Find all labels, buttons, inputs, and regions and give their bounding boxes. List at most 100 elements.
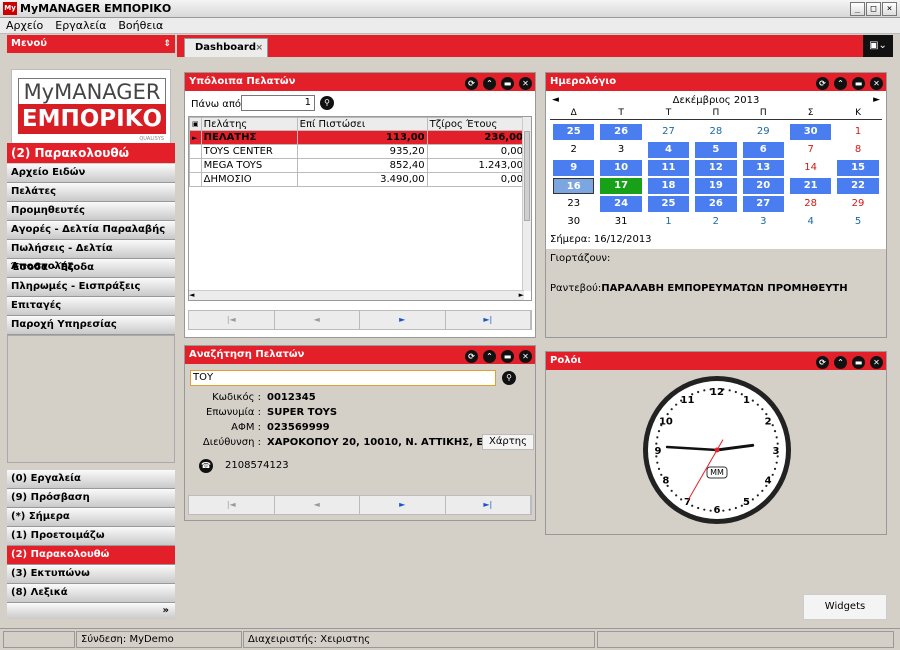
close-window-button[interactable]: × xyxy=(882,2,897,16)
calendar-day[interactable]: 14 xyxy=(790,160,831,176)
group-prepare[interactable]: (1) Προετοιμάζω xyxy=(7,527,175,546)
collapse-icon[interactable]: ⌃ xyxy=(834,356,847,369)
calendar-day[interactable]: 11 xyxy=(647,160,690,176)
col-customer[interactable]: Πελάτης xyxy=(200,117,298,131)
calendar-day[interactable]: 28 xyxy=(790,196,831,212)
calendar-day[interactable]: 5 xyxy=(695,142,737,158)
calendar-day[interactable]: 5 xyxy=(837,214,878,230)
minimize-panel-icon[interactable]: ▬ xyxy=(501,350,514,363)
calendar-day[interactable]: 18 xyxy=(647,178,690,194)
menu-file[interactable]: Αρχείο xyxy=(0,18,49,34)
calendar-day[interactable]: 7 xyxy=(790,142,831,158)
calendar-day[interactable]: 2 xyxy=(553,142,594,158)
minimize-panel-icon[interactable]: ▬ xyxy=(501,77,514,90)
table-row[interactable]: ΔΗΜΟΣΙΟ 3.490,00 0,00 xyxy=(189,172,527,187)
calendar-day[interactable]: 9 xyxy=(553,160,595,176)
calendar-day[interactable]: 13 xyxy=(742,160,784,176)
sidebar-item-cheques[interactable]: Επιταγές xyxy=(7,297,175,316)
map-button[interactable]: Χάρτης xyxy=(482,434,534,450)
collapse-icon[interactable]: ⌃ xyxy=(483,77,496,90)
calendar-day[interactable]: 12 xyxy=(695,160,737,176)
refresh-icon[interactable]: ⟳ xyxy=(465,77,478,90)
calendar-day[interactable]: 16 xyxy=(553,178,595,194)
collapse-icon[interactable]: ⌃ xyxy=(834,77,847,90)
expand-chevron-icon[interactable]: » xyxy=(7,603,175,619)
customer-search-input[interactable]: ΤΟΥ xyxy=(190,370,496,386)
calendar-day[interactable]: 10 xyxy=(600,160,642,176)
calendar-day[interactable]: 31 xyxy=(600,214,641,230)
calendar-day[interactable]: 17 xyxy=(600,178,642,194)
close-panel-icon[interactable]: ✕ xyxy=(519,350,532,363)
calendar-day[interactable]: 30 xyxy=(789,124,832,140)
calendar-day[interactable]: 26 xyxy=(600,124,642,140)
col-credit[interactable]: Επί Πιστώσει xyxy=(296,117,428,131)
sidebar-item-items[interactable]: Αρχείο Ειδών xyxy=(7,164,175,183)
calendar-day[interactable]: 1 xyxy=(837,124,878,140)
calendar-day[interactable]: 25 xyxy=(553,124,595,140)
col-turnover[interactable]: Τζίρος Έτους xyxy=(426,117,527,131)
sidebar-item-payments[interactable]: Πληρωμές - Εισπράξεις xyxy=(7,278,175,297)
next-month-icon[interactable]: ► xyxy=(873,95,880,105)
calendar-day[interactable]: 8 xyxy=(837,142,878,158)
tab-dashboard[interactable]: Dashboard × xyxy=(184,38,268,57)
close-panel-icon[interactable]: ✕ xyxy=(519,77,532,90)
sidebar-item-services[interactable]: Παροχή Υπηρεσίας xyxy=(7,316,175,335)
group-print[interactable]: (3) Εκτυπώνω xyxy=(7,565,175,584)
first-record-button[interactable]: |◄ xyxy=(189,311,275,329)
sidebar-item-income-expenses[interactable]: Έσοδα - Έξοδα xyxy=(7,259,175,278)
filter-input[interactable]: 1 xyxy=(241,95,315,111)
next-record-button[interactable]: ► xyxy=(360,496,446,514)
calendar-day[interactable]: 3 xyxy=(743,214,784,230)
sidebar-item-customers[interactable]: Πελάτες xyxy=(7,183,175,202)
table-row[interactable]: ► ΠΕΛΑΤΗΣ 113,00 236,00 xyxy=(189,130,527,145)
refresh-icon[interactable]: ⟳ xyxy=(816,356,829,369)
maximize-button[interactable]: □ xyxy=(866,2,881,16)
collapse-icon[interactable]: ⌃ xyxy=(483,350,496,363)
group-access[interactable]: (9) Πρόσβαση xyxy=(7,489,175,508)
search-icon[interactable]: ⚲ xyxy=(320,96,334,110)
calendar-day[interactable]: 4 xyxy=(790,214,831,230)
sidebar-item-purchases[interactable]: Αγορές - Δελτία Παραλαβής xyxy=(7,221,175,240)
tab-close-icon[interactable]: × xyxy=(255,39,263,57)
vertical-scrollbar[interactable] xyxy=(522,117,531,291)
group-dictionaries[interactable]: (8) Λεξικά xyxy=(7,584,175,603)
last-record-button[interactable]: ►| xyxy=(446,311,531,329)
next-record-button[interactable]: ► xyxy=(360,311,446,329)
prev-record-button[interactable]: ◄ xyxy=(275,311,360,329)
calendar-day[interactable]: 4 xyxy=(647,142,690,158)
last-record-button[interactable]: ►| xyxy=(446,496,531,514)
refresh-icon[interactable]: ⟳ xyxy=(816,77,829,90)
horizontal-scrollbar[interactable]: ◄ ► xyxy=(189,290,524,300)
calendar-day[interactable]: 6 xyxy=(742,142,784,158)
calendar-day[interactable]: 3 xyxy=(600,142,641,158)
tab-menu-icon[interactable]: ▣⌄ xyxy=(863,35,893,57)
calendar-day[interactable]: 30 xyxy=(553,214,594,230)
calendar-day[interactable]: 27 xyxy=(742,196,784,212)
calendar-day[interactable]: 27 xyxy=(648,124,689,140)
calendar-day[interactable]: 29 xyxy=(837,196,878,212)
scroll-thumb[interactable] xyxy=(524,131,530,221)
close-panel-icon[interactable]: ✕ xyxy=(870,356,883,369)
group-tools[interactable]: (0) Εργαλεία xyxy=(7,470,175,489)
calendar-day[interactable]: 22 xyxy=(837,178,879,194)
group-today[interactable]: (*) Σήμερα xyxy=(7,508,175,527)
group-monitor[interactable]: (2) Παρακολουθώ xyxy=(7,546,175,565)
calendar-day[interactable]: 20 xyxy=(742,178,784,194)
table-row[interactable]: TOYS CENTER 935,20 0,00 xyxy=(189,144,527,159)
calendar-day[interactable]: 19 xyxy=(695,178,737,194)
sidebar-item-sales[interactable]: Πωλήσεις - Δελτία Αποστολής xyxy=(7,240,175,272)
calendar-day[interactable]: 24 xyxy=(600,196,642,212)
table-row[interactable]: MEGA TOYS 852,40 1.243,00 xyxy=(189,158,527,173)
minimize-panel-icon[interactable]: ▬ xyxy=(852,77,865,90)
minimize-panel-icon[interactable]: ▬ xyxy=(852,356,865,369)
calendar-day[interactable]: 25 xyxy=(647,196,690,212)
refresh-icon[interactable]: ⟳ xyxy=(465,350,478,363)
menu-help[interactable]: Βοήθεια xyxy=(112,18,169,34)
prev-record-button[interactable]: ◄ xyxy=(275,496,360,514)
calendar-day[interactable]: 23 xyxy=(553,196,594,212)
pin-icon[interactable]: ⇕ xyxy=(163,35,171,53)
search-icon[interactable]: ⚲ xyxy=(502,371,516,385)
prev-month-icon[interactable]: ◄ xyxy=(552,95,559,105)
calendar-day[interactable]: 28 xyxy=(695,124,736,140)
calendar-day[interactable]: 15 xyxy=(837,160,879,176)
